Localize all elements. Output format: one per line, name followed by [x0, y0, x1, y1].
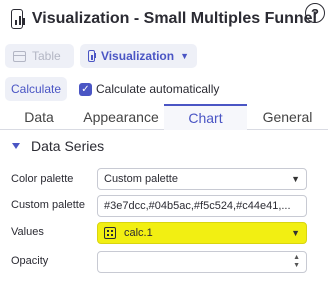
visualization-icon — [11, 9, 25, 29]
collapse-triangle-icon — [12, 143, 20, 149]
calculate-automatically-checkbox[interactable]: ✓ — [79, 82, 92, 96]
opacity-stepper[interactable]: ▲ ▼ — [97, 251, 307, 273]
values-label: Values — [11, 226, 44, 238]
color-palette-value: Custom palette — [104, 173, 178, 185]
page-title: Visualization - Small Multiples Funnel — [31, 10, 317, 27]
tab-chart[interactable]: Chart — [164, 104, 247, 130]
color-palette-label: Color palette — [11, 173, 74, 185]
table-icon — [13, 50, 26, 62]
tab-data[interactable]: Data — [0, 104, 78, 130]
tab-general[interactable]: General — [247, 104, 328, 130]
settings-tabs: Data Appearance Chart General — [0, 104, 328, 130]
tab-appearance[interactable]: Appearance — [78, 104, 164, 130]
custom-palette-label: Custom palette — [11, 199, 85, 211]
color-palette-select[interactable]: Custom palette ▼ — [97, 168, 307, 190]
stepper-arrows-icon[interactable]: ▲ ▼ — [293, 254, 300, 270]
custom-palette-value: #3e7dcc,#04b5ac,#f5c524,#c44e41,... — [104, 200, 291, 212]
visualization-mode-label: Visualization — [100, 49, 175, 63]
calculate-row: Calculate ✓ Calculate automatically — [5, 77, 219, 101]
table-mode-button[interactable]: Table — [5, 44, 74, 68]
custom-palette-input[interactable]: #3e7dcc,#04b5ac,#f5c524,#c44e41,... — [97, 195, 307, 217]
values-select[interactable]: calc.1 ▼ — [97, 222, 307, 244]
help-icon[interactable]: ? — [305, 3, 325, 23]
values-value: calc.1 — [124, 227, 153, 239]
mode-switch: Table Visualization ▼ — [5, 44, 197, 68]
chevron-down-icon: ▼ — [180, 51, 189, 61]
chart-icon — [88, 50, 95, 62]
table-mode-label: Table — [32, 49, 61, 63]
visualization-mode-dropdown[interactable]: Visualization ▼ — [80, 44, 197, 68]
calculate-button[interactable]: Calculate — [5, 77, 67, 101]
calculator-icon — [104, 227, 116, 239]
opacity-label: Opacity — [11, 255, 49, 267]
panel-header: Visualization - Small Multiples Funnel — [11, 6, 317, 32]
chevron-down-icon: ▼ — [291, 228, 300, 238]
section-title: Data Series — [31, 138, 105, 154]
calculate-automatically-label: Calculate automatically — [96, 82, 220, 96]
chevron-down-icon: ▼ — [291, 174, 300, 184]
data-series-section-toggle[interactable]: Data Series — [12, 136, 104, 156]
